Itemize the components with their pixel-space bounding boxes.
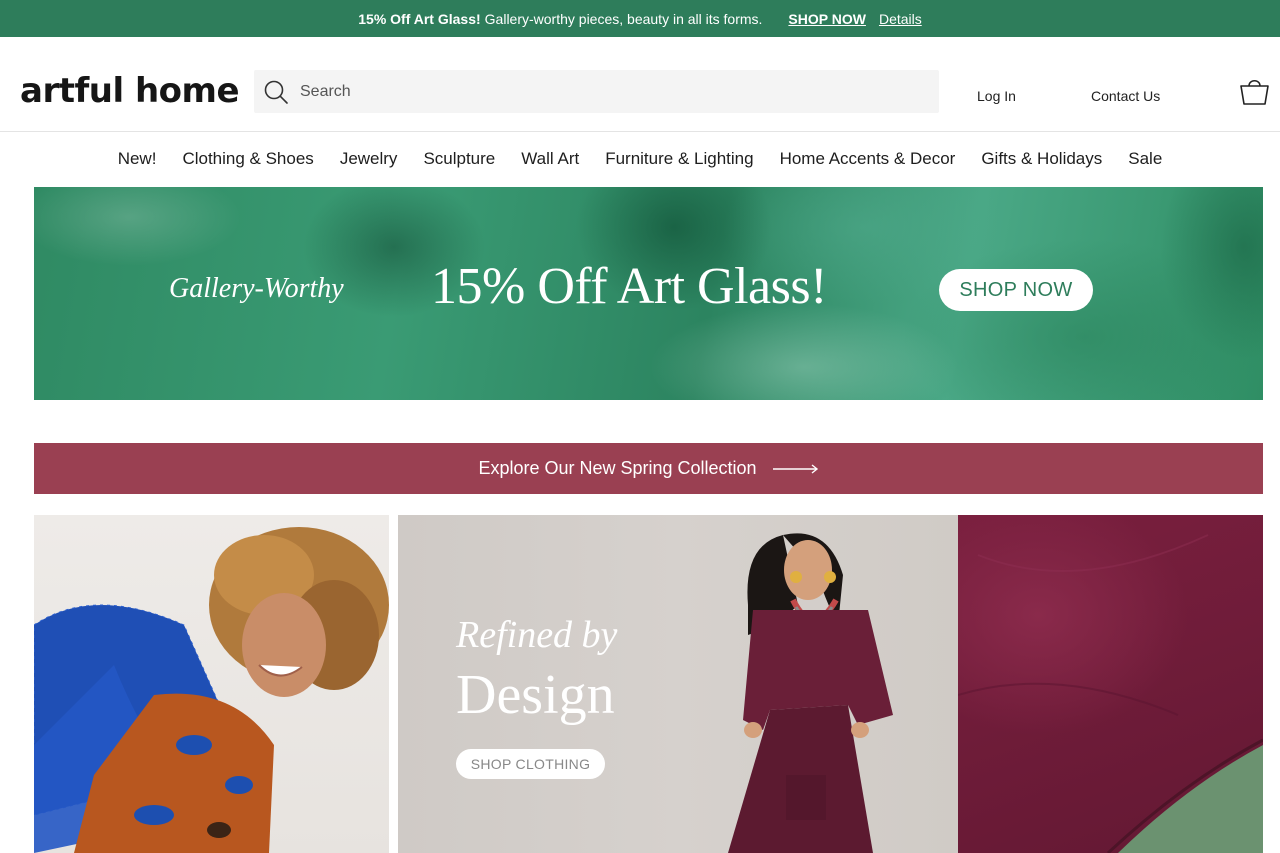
promo-details-link[interactable]: Details [879,11,922,27]
nav-item-sculpture[interactable]: Sculpture [410,149,508,169]
search-icon[interactable] [263,79,289,105]
nav-item-new[interactable]: New! [105,149,170,169]
hero-title: 15% Off Art Glass! [431,258,827,315]
feature-title: Design [456,664,615,726]
nav-item-home-accents-decor[interactable]: Home Accents & Decor [767,149,969,169]
fabric-illustration [958,534,1263,853]
nav-item-clothing-shoes[interactable]: Clothing & Shoes [169,149,326,169]
hero-script-text: Gallery-Worthy [169,273,344,304]
model-photo-illustration [34,527,389,853]
feature-script-text: Refined by [456,614,618,656]
nav-item-furniture-lighting[interactable]: Furniture & Lighting [592,149,766,169]
nav-item-sale[interactable]: Sale [1115,149,1175,169]
clothing-model-image[interactable] [34,515,389,853]
nav-item-gifts-holidays[interactable]: Gifts & Holidays [968,149,1115,169]
search-input[interactable] [300,70,900,113]
nav-item-wall-art[interactable]: Wall Art [508,149,592,169]
promo-bold-text: 15% Off Art Glass! [358,10,481,27]
promo-shop-now-link[interactable]: SHOP NOW [788,11,866,27]
explore-spring-collection-banner[interactable]: Explore Our New Spring Collection [34,443,1263,494]
explore-label: Explore Our New Spring Collection [478,458,757,478]
login-link[interactable]: Log In [977,88,1016,104]
nav-item-jewelry[interactable]: Jewelry [327,149,411,169]
hero-banner[interactable]: Gallery-Worthy 15% Off Art Glass! SHOP N… [34,187,1263,400]
promo-bar: 15% Off Art Glass! Gallery-worthy pieces… [0,0,1280,37]
promo-message: Gallery-worthy pieces, beauty in all its… [484,10,763,27]
arrow-right-icon [772,463,818,474]
site-logo[interactable]: artful home [20,71,240,111]
hero-shop-now-button[interactable]: SHOP NOW [939,269,1093,311]
shopping-bag-icon[interactable] [1239,77,1270,106]
shop-clothing-button[interactable]: SHOP CLOTHING [456,749,605,779]
search-bar[interactable] [254,70,939,113]
refined-by-design-feature[interactable]: Refined by Design SHOP CLOTHING [398,515,958,853]
contact-us-link[interactable]: Contact Us [1091,88,1160,104]
fabric-closeup-image[interactable] [958,515,1263,853]
site-header: artful home Log In Contact Us [0,37,1280,132]
main-nav: New! Clothing & Shoes Jewelry Sculpture … [0,133,1280,185]
